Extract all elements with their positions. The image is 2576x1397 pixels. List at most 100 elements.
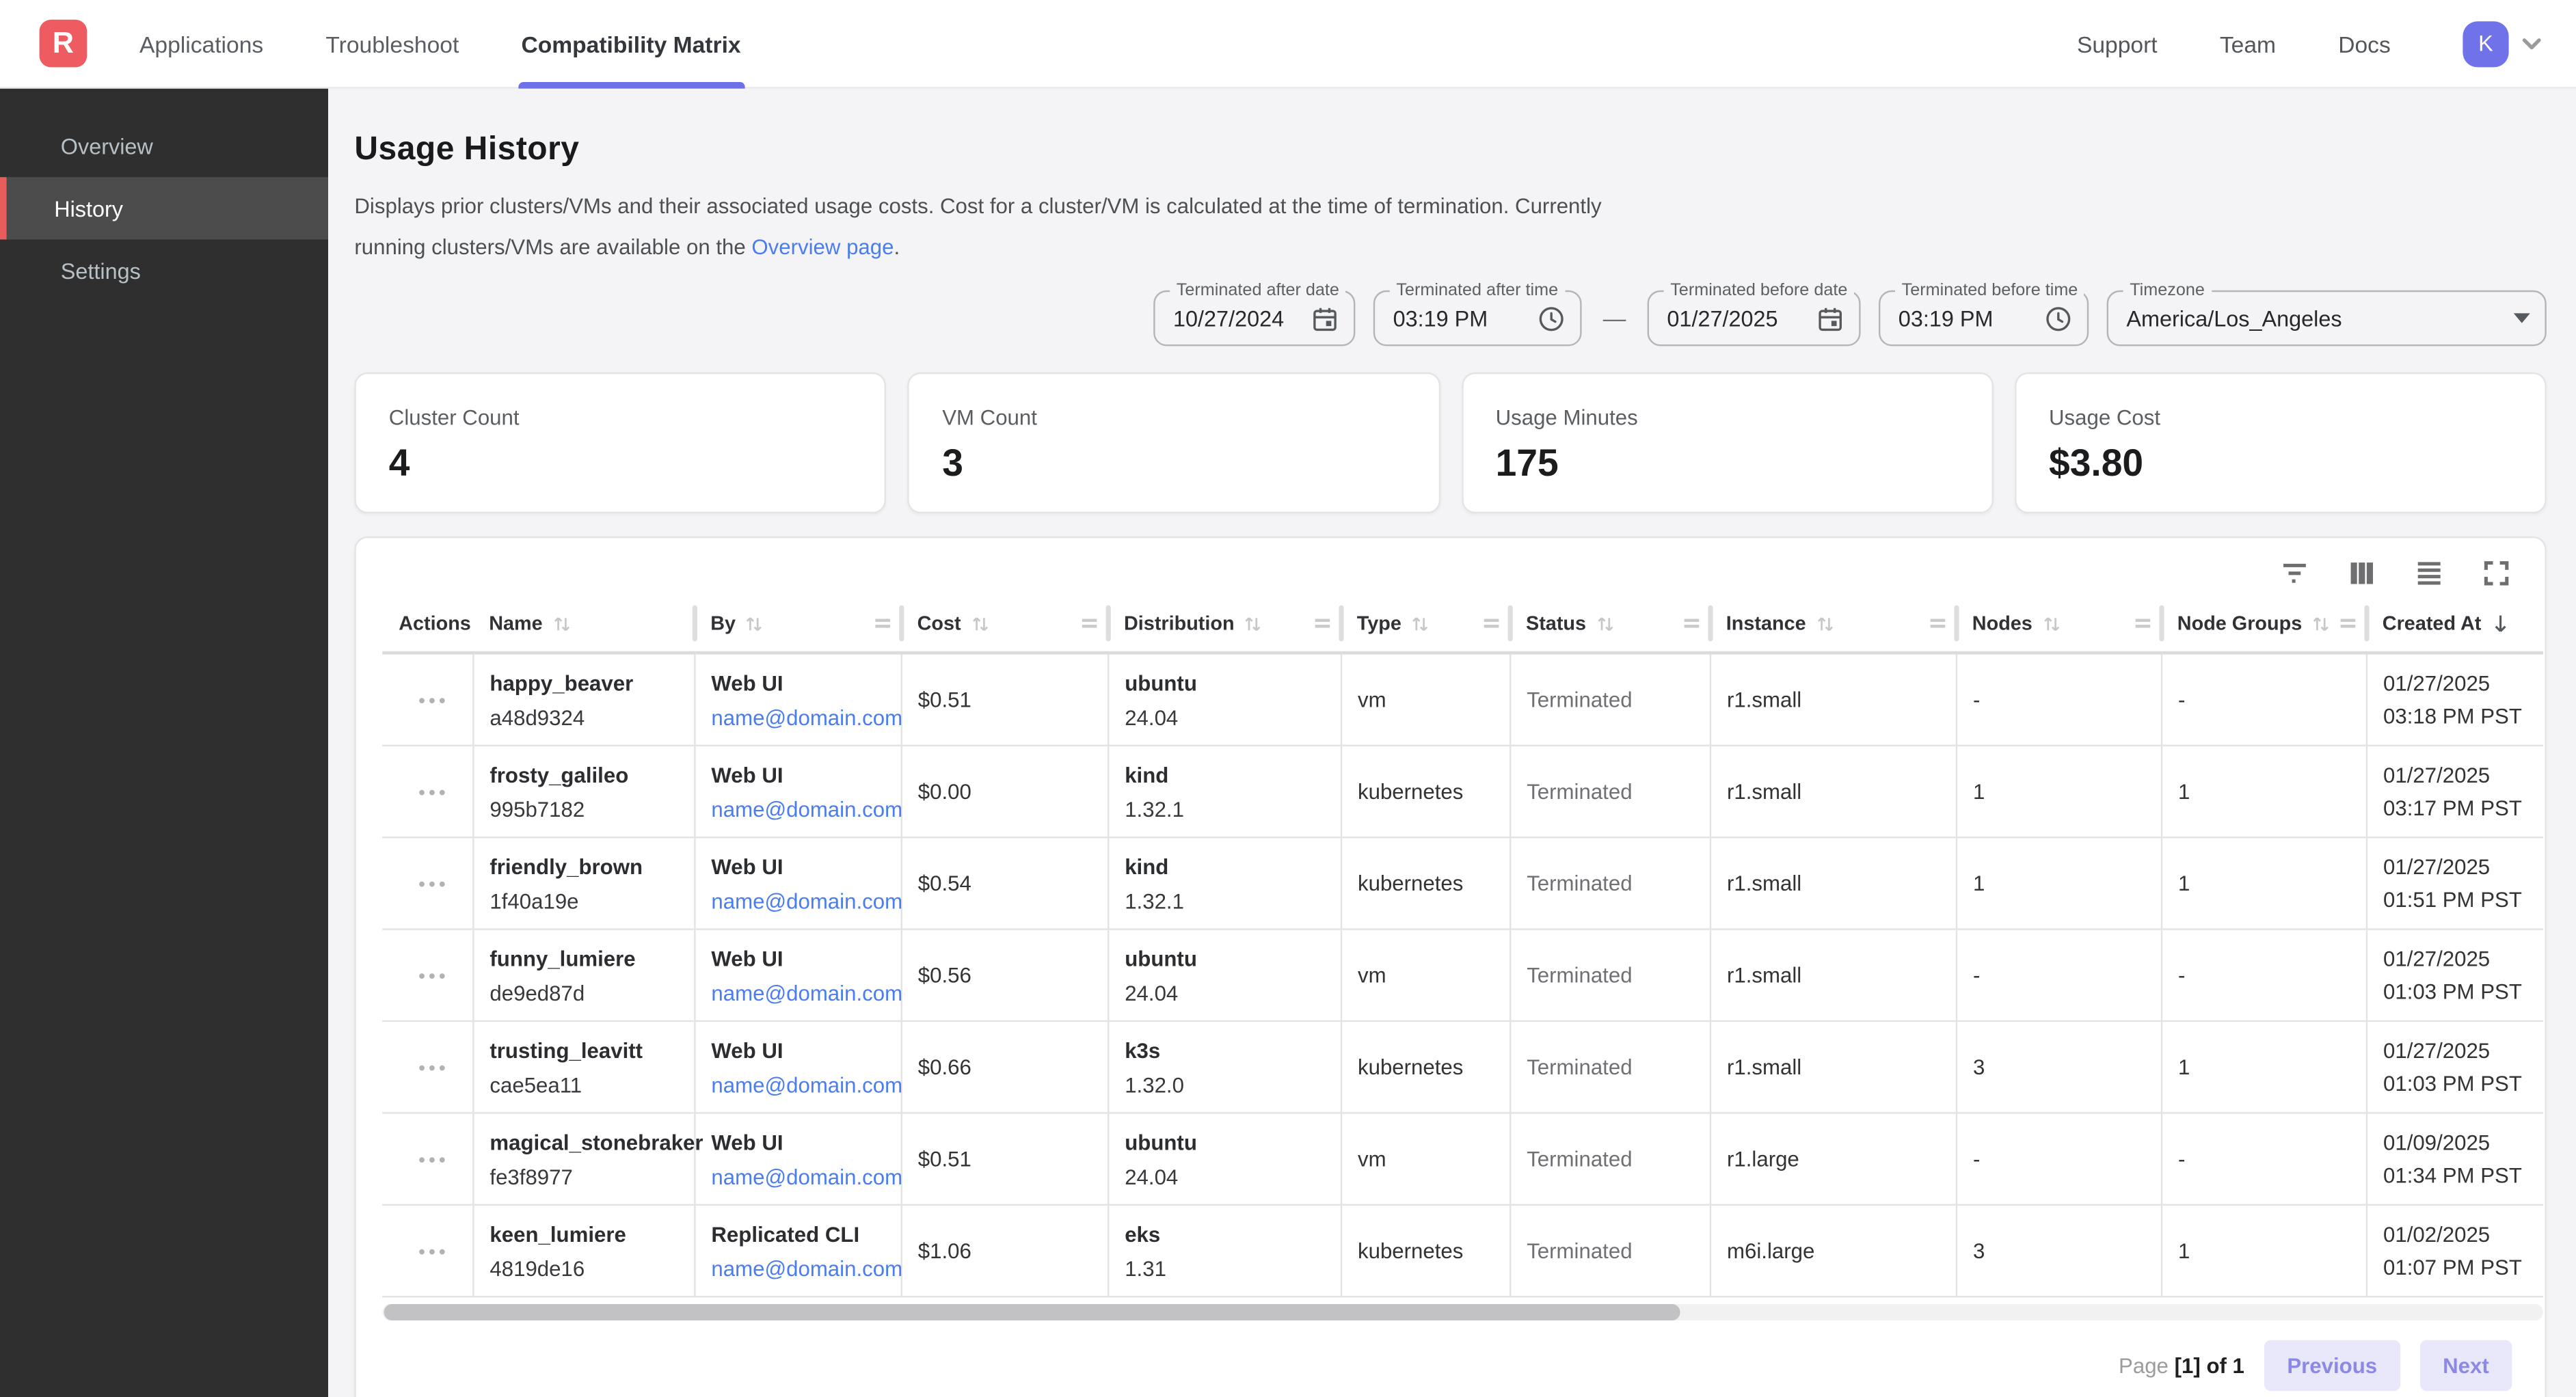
nodes-value: 3 — [1973, 1055, 2144, 1080]
column-header-status[interactable]: Status — [1510, 596, 1710, 653]
main-content: Usage History Displays prior clusters/VM… — [328, 89, 2576, 1397]
column-header-node-groups[interactable]: Node Groups — [2161, 596, 2366, 653]
cell-by: Web UIname@domain.com — [694, 746, 900, 838]
nav-link-team[interactable]: Team — [2220, 30, 2276, 56]
row-actions-button[interactable]: ••• — [399, 1149, 448, 1172]
created-by-email-link[interactable]: name@domain.com — [711, 981, 883, 1005]
nav-tab-compatibility-matrix[interactable]: Compatibility Matrix — [518, 0, 744, 87]
terminated-before-time-field[interactable]: Terminated before time 03:19 PM — [1879, 291, 2089, 347]
stats-row: Cluster Count4VM Count3Usage Minutes175U… — [354, 373, 2546, 514]
terminated-before-date-field[interactable]: Terminated before date 01/27/2025 — [1648, 291, 1861, 347]
drag-handle-icon[interactable] — [1313, 614, 1332, 634]
account-menu[interactable]: K — [2463, 21, 2543, 66]
filter-icon[interactable] — [2279, 558, 2311, 590]
cell-by: Web UIname@domain.com — [694, 653, 900, 746]
sidebar: OverviewHistorySettings — [0, 89, 328, 1397]
created-at-value: 01/27/202501:03 PM PST — [2383, 1035, 2527, 1100]
column-header-distribution[interactable]: Distribution — [1108, 596, 1341, 653]
cost-value: $0.66 — [918, 1055, 1090, 1080]
show-hide-columns-icon[interactable] — [2346, 558, 2378, 590]
row-actions-button[interactable]: ••• — [399, 1057, 448, 1081]
cell-instance: r1.small — [1710, 746, 1956, 838]
drag-handle-icon[interactable] — [1481, 614, 1501, 634]
user-avatar[interactable]: K — [2463, 21, 2508, 66]
cell-instance: r1.small — [1710, 930, 1956, 1022]
density-icon[interactable] — [2413, 558, 2445, 590]
node-groups-value: 1 — [2178, 780, 2349, 804]
column-header-type[interactable]: Type — [1341, 596, 1510, 653]
chevron-down-icon[interactable] — [2520, 32, 2543, 55]
replicated-logo[interactable]: R — [40, 20, 88, 68]
row-actions-button[interactable]: ••• — [399, 873, 448, 897]
calendar-icon[interactable] — [1295, 305, 1339, 333]
cell-actions: ••• — [382, 1113, 472, 1205]
overview-page-link[interactable]: Overview page — [751, 234, 894, 258]
next-page-button[interactable]: Next — [2420, 1341, 2512, 1392]
cluster-name: trusting_leavitt — [489, 1038, 677, 1063]
cell-instance: m6i.large — [1710, 1206, 1956, 1297]
column-header-created-at[interactable]: Created At — [2366, 596, 2543, 653]
nav-link-support[interactable]: Support — [2077, 30, 2158, 56]
drag-handle-icon[interactable] — [1079, 614, 1099, 634]
sidebar-item-history[interactable]: History — [0, 177, 328, 239]
column-header-cost[interactable]: Cost — [901, 596, 1108, 653]
cell-actions: ••• — [382, 653, 472, 746]
cell-status: Terminated — [1510, 1022, 1710, 1113]
table-row-keen-lumiere: •••keen_lumiere4819de16Replicated CLInam… — [382, 1206, 2543, 1297]
node-groups-value: 1 — [2178, 1239, 2349, 1264]
cluster-name: happy_beaver — [489, 670, 677, 695]
distribution-version: 1.32.1 — [1125, 797, 1323, 822]
cell-cost: $0.00 — [901, 746, 1108, 838]
clock-icon[interactable] — [2028, 305, 2072, 333]
created-by-email-link[interactable]: name@domain.com — [711, 705, 883, 730]
drag-handle-icon[interactable] — [1928, 614, 1948, 634]
terminated-after-time-field[interactable]: Terminated after time 03:19 PM — [1373, 291, 1582, 347]
column-header-nodes[interactable]: Nodes — [1956, 596, 2161, 653]
cell-distribution: eks1.31 — [1108, 1206, 1341, 1297]
created-by-email-link[interactable]: name@domain.com — [711, 1072, 883, 1097]
sort-icon — [742, 612, 767, 636]
stat-value: 3 — [942, 442, 1405, 487]
primary-nav-tabs: Applications Troubleshoot Compatibility Ma… — [136, 0, 744, 87]
terminated-after-date-field[interactable]: Terminated after date 10/27/2024 — [1153, 291, 1355, 347]
calendar-icon[interactable] — [1800, 305, 1844, 333]
cell-node-groups: - — [2161, 930, 2366, 1022]
column-header-name[interactable]: Name — [472, 596, 694, 653]
sidebar-item-overview[interactable]: Overview — [0, 115, 328, 177]
cell-distribution: k3s1.32.0 — [1108, 1022, 1341, 1113]
created-at-value: 01/02/202501:07 PM PST — [2383, 1219, 2527, 1284]
created-by-email-link[interactable]: name@domain.com — [711, 797, 883, 822]
column-header-instance[interactable]: Instance — [1710, 596, 1956, 653]
created-by-email-link[interactable]: name@domain.com — [711, 1165, 883, 1189]
cell-status: Terminated — [1510, 1206, 1710, 1297]
instance-value: m6i.large — [1727, 1239, 1939, 1264]
previous-page-button[interactable]: Previous — [2264, 1341, 2400, 1392]
drag-handle-icon[interactable] — [2133, 614, 2153, 634]
timezone-select[interactable]: Timezone America/Los_Angeles — [2107, 291, 2547, 347]
created-by-email-link[interactable]: name@domain.com — [711, 889, 883, 914]
created-by-email-link[interactable]: name@domain.com — [711, 1256, 883, 1281]
cell-by: Web UIname@domain.com — [694, 930, 900, 1022]
row-actions-button[interactable]: ••• — [399, 690, 448, 713]
clock-icon[interactable] — [1521, 305, 1566, 333]
row-actions-button[interactable]: ••• — [399, 1240, 448, 1264]
column-header-by[interactable]: By — [694, 596, 900, 653]
cluster-id: a48d9324 — [489, 705, 677, 730]
column-label: Name — [489, 612, 542, 636]
cell-nodes: - — [1956, 653, 2161, 746]
nodes-value: - — [1973, 688, 2144, 713]
fullscreen-icon[interactable] — [2481, 558, 2512, 590]
sidebar-item-settings[interactable]: Settings — [0, 239, 328, 301]
status-value: Terminated — [1527, 780, 1692, 804]
row-actions-button[interactable]: ••• — [399, 781, 448, 804]
drag-handle-icon[interactable] — [1682, 614, 1702, 634]
drag-handle-icon[interactable] — [2338, 614, 2358, 634]
row-actions-button[interactable]: ••• — [399, 965, 448, 988]
horizontal-scrollbar-thumb[interactable] — [384, 1305, 1680, 1321]
instance-value: r1.small — [1727, 780, 1939, 804]
nav-tab-applications[interactable]: Applications — [136, 0, 267, 87]
cell-status: Terminated — [1510, 930, 1710, 1022]
nav-tab-troubleshoot[interactable]: Troubleshoot — [323, 0, 462, 87]
nav-link-docs[interactable]: Docs — [2338, 30, 2391, 56]
drag-handle-icon[interactable] — [873, 614, 893, 634]
